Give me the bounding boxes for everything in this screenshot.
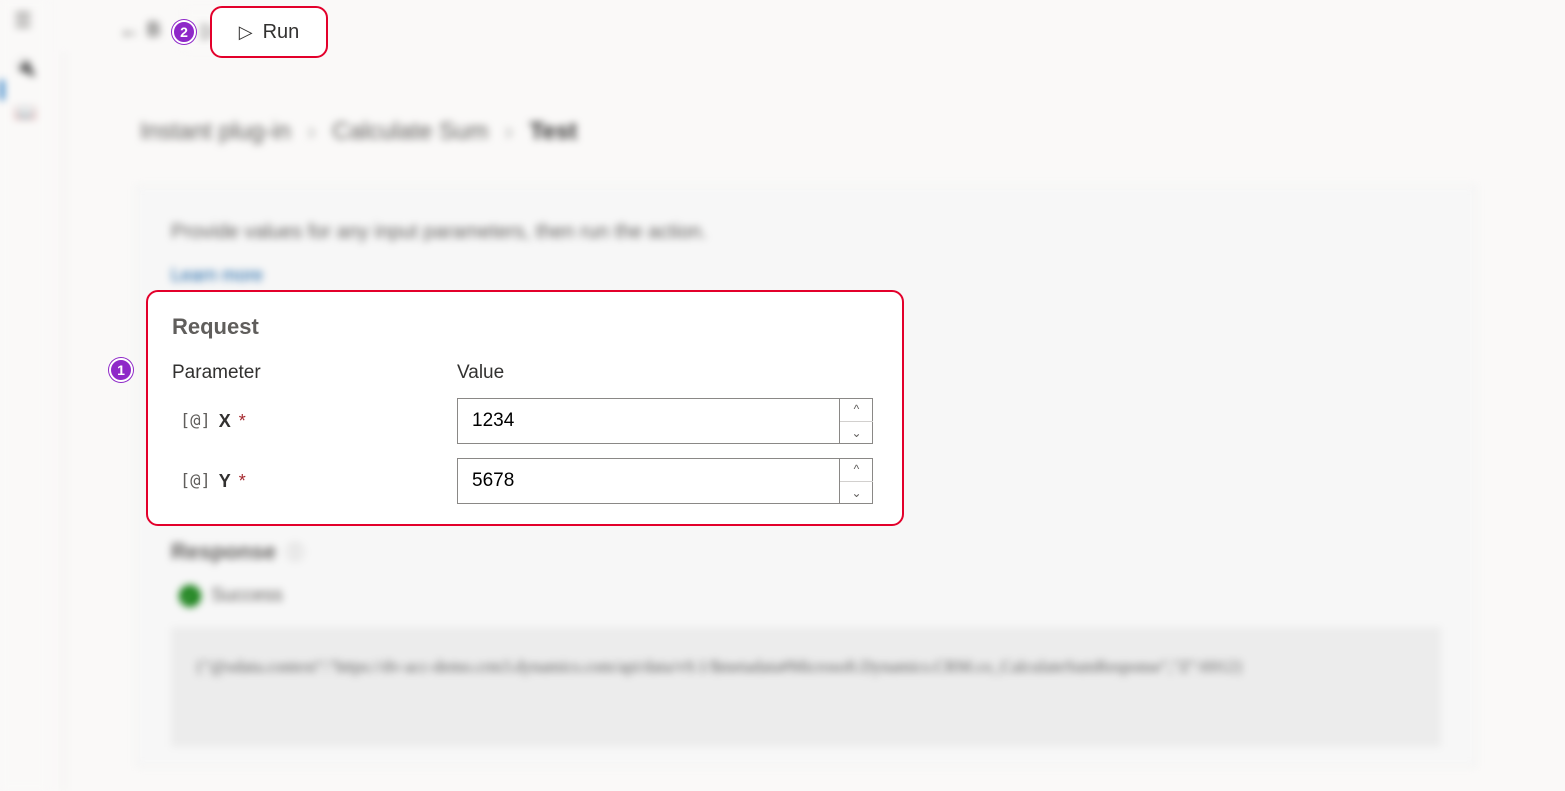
- hamburger-icon[interactable]: ☰: [14, 8, 48, 33]
- number-spinner: ^ ⌄: [839, 398, 873, 444]
- parameter-name: X: [219, 411, 231, 432]
- parameter-y-input[interactable]: [457, 458, 873, 504]
- breadcrumb-item[interactable]: Instant plug-in: [140, 118, 291, 145]
- breadcrumb-current: Test: [530, 118, 578, 145]
- annotation-badge-1: 1: [109, 358, 133, 382]
- hint-text: Provide values for any input parameters,…: [171, 221, 707, 244]
- parameter-row-y: [@] Y * ^ ⌄: [172, 458, 878, 504]
- global-nav-rail: ☰ 🔌 📖: [0, 0, 48, 791]
- spinner-up-icon[interactable]: ^: [840, 398, 873, 422]
- column-header-parameter: Parameter: [172, 362, 457, 384]
- breadcrumb-item[interactable]: Calculate Sum: [332, 118, 488, 145]
- breadcrumb: Instant plug-in › Calculate Sum › Test: [140, 118, 577, 146]
- column-header-value: Value: [457, 362, 504, 384]
- at-icon: [@]: [180, 471, 211, 491]
- play-icon: ▷: [239, 22, 253, 43]
- run-button-callout[interactable]: ▷ Run: [210, 6, 328, 58]
- spinner-down-icon[interactable]: ⌄: [840, 482, 873, 505]
- parameter-row-x: [@] X * ^ ⌄: [172, 398, 878, 444]
- vertical-divider: [63, 52, 64, 791]
- spinner-down-icon[interactable]: ⌄: [840, 422, 873, 445]
- info-icon[interactable]: ⓘ: [286, 539, 304, 565]
- check-circle-icon: ✓: [179, 585, 201, 607]
- response-heading: Response ⓘ: [171, 539, 304, 565]
- rail-active-indicator: [0, 80, 4, 100]
- plugin-icon[interactable]: 🔌: [14, 57, 48, 78]
- learn-more-link[interactable]: Learn more: [171, 265, 263, 286]
- back-label[interactable]: B: [147, 19, 160, 42]
- run-button-label: Run: [263, 21, 300, 44]
- request-panel-callout: Request Parameter Value [@] X * ^ ⌄: [146, 290, 904, 526]
- required-indicator: *: [239, 411, 246, 432]
- parameter-name: Y: [219, 471, 231, 492]
- book-icon[interactable]: 📖: [14, 102, 48, 123]
- number-spinner: ^ ⌄: [839, 458, 873, 504]
- request-heading: Request: [172, 314, 878, 340]
- required-indicator: *: [239, 471, 246, 492]
- back-arrow-icon[interactable]: ←: [119, 17, 141, 43]
- at-icon: [@]: [180, 411, 211, 431]
- chevron-right-icon: ›: [307, 118, 315, 145]
- parameter-x-input[interactable]: [457, 398, 873, 444]
- response-status: ✓ Success: [179, 585, 283, 607]
- response-body: {"@odata.context":"https://dv-acc-demo.c…: [171, 627, 1441, 747]
- annotation-badge-2: 2: [172, 20, 196, 44]
- chevron-right-icon: ›: [505, 118, 513, 145]
- spinner-up-icon[interactable]: ^: [840, 458, 873, 482]
